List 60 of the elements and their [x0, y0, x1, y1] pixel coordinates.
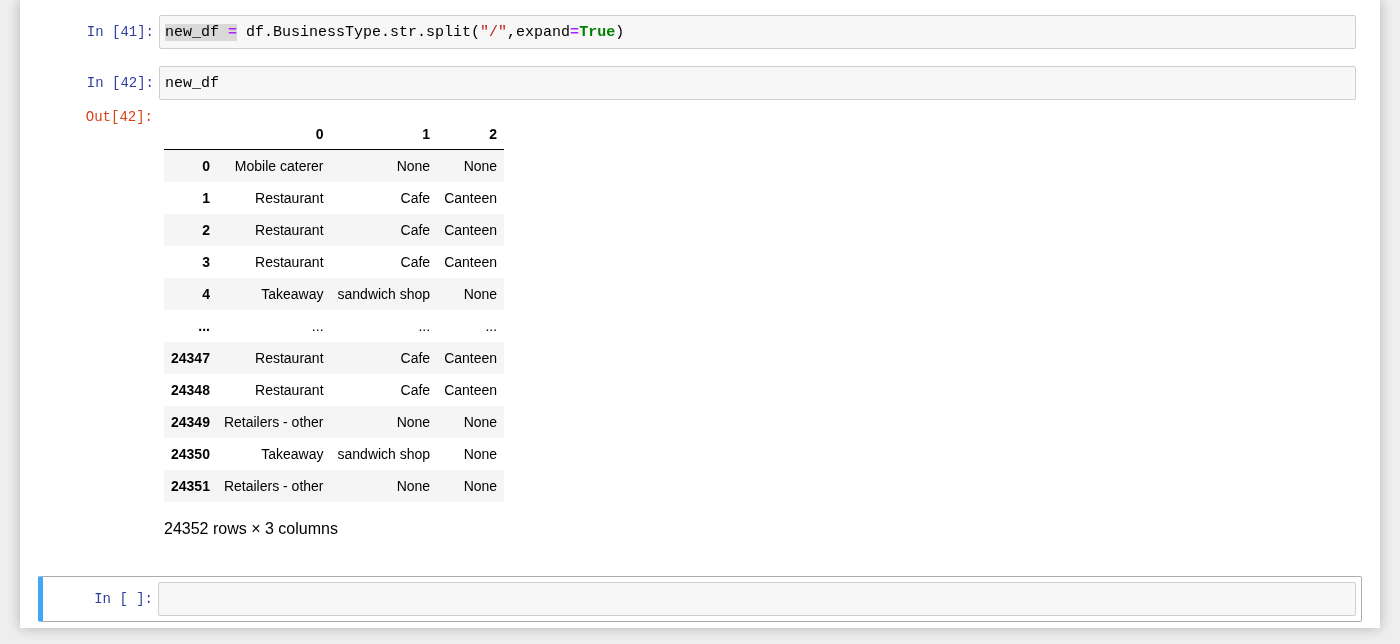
row-index: ... — [164, 310, 217, 342]
row-index: 24348 — [164, 374, 217, 406]
code-cell[interactable]: In [ ]: — [38, 576, 1362, 622]
table-cell: Canteen — [437, 246, 505, 278]
column-header: 0 — [216, 119, 331, 150]
row-index: 3 — [164, 246, 217, 278]
table-cell: Canteen — [437, 342, 505, 374]
table-cell: Canteen — [437, 182, 505, 214]
table-cell: Canteen — [437, 374, 505, 406]
input-prompt: In [42]: — [85, 75, 155, 91]
code-input[interactable]: new_df — [159, 66, 1356, 100]
code-input[interactable]: new_df = df.BusinessType.str.split("/",expand=True) — [159, 15, 1356, 49]
table-summary: 24352 rows × 3 columns — [164, 520, 339, 538]
table-cell: Restaurant — [216, 342, 331, 374]
table-cell: Mobile caterer — [216, 149, 331, 182]
row-index: 0 — [164, 149, 217, 182]
table-cell: Restaurant — [216, 182, 331, 214]
row-index: 24350 — [164, 438, 217, 470]
output-prompt: Out[42]: — [84, 109, 154, 125]
table-cell: Cafe — [330, 182, 438, 214]
table-cell: Restaurant — [216, 374, 331, 406]
table-cell: Takeaway — [216, 278, 331, 310]
row-index: 1 — [164, 182, 217, 214]
code-line: new_df — [165, 74, 219, 92]
row-index: 2 — [164, 214, 217, 246]
table-cell: Cafe — [330, 214, 438, 246]
code-line: new_df = df.BusinessType.str.split("/",expand=True) — [165, 23, 625, 41]
code-cell[interactable]: In [41]: new_df = df.BusinessType.str.split("/",expand=True) — [38, 14, 1362, 50]
code-cell[interactable]: In [42]: new_df — [38, 65, 1362, 101]
table-cell: Takeaway — [216, 438, 331, 470]
table-cell: None — [437, 438, 505, 470]
input-prompt: In [41]: — [85, 24, 155, 40]
row-index: 24347 — [164, 342, 217, 374]
row-index: 4 — [164, 278, 217, 310]
table-cell: Cafe — [330, 374, 438, 406]
table-cell: Restaurant — [216, 214, 331, 246]
table-cell: Canteen — [437, 214, 505, 246]
table-cell: sandwich shop — [330, 278, 438, 310]
table-cell: None — [437, 149, 505, 182]
table-cell: None — [330, 149, 438, 182]
table-cell: None — [330, 406, 438, 438]
table-cell: sandwich shop — [330, 438, 438, 470]
code-input[interactable] — [158, 582, 1356, 616]
table-cell: None — [437, 406, 505, 438]
table-cell: Restaurant — [216, 246, 331, 278]
table-cell: Cafe — [330, 246, 438, 278]
column-header: 2 — [437, 119, 505, 150]
table-cell: None — [330, 470, 438, 502]
table-cell: ... — [216, 310, 331, 342]
row-index: 24349 — [164, 406, 217, 438]
table-cell: Retailers - other — [216, 470, 331, 502]
table-cell: None — [437, 278, 505, 310]
table-cell: None — [437, 470, 505, 502]
table-cell: Cafe — [330, 342, 438, 374]
table-cell: Retailers - other — [216, 406, 331, 438]
row-index: 24351 — [164, 470, 217, 502]
input-prompt: In [ ]: — [93, 591, 154, 607]
table-cell: ... — [437, 310, 505, 342]
table-cell: ... — [330, 310, 438, 342]
column-header: 1 — [330, 119, 438, 150]
